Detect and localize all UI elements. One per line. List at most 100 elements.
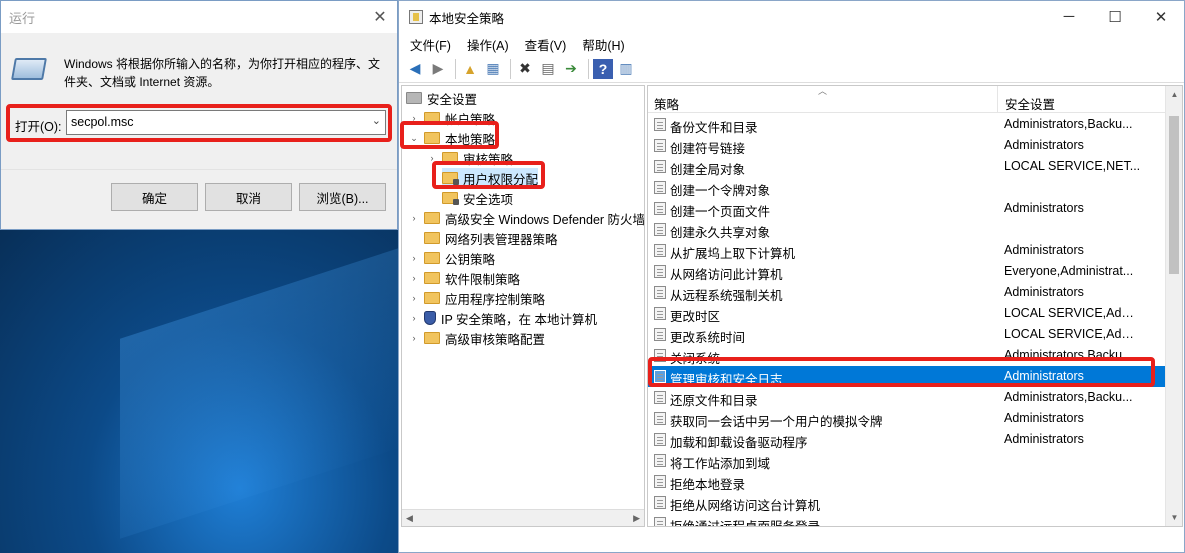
chevron-right-icon[interactable]: ›	[408, 253, 420, 263]
console-tree-icon[interactable]: ▥	[616, 59, 636, 79]
scroll-left-icon[interactable]: ◀	[406, 513, 413, 524]
tree-item-label: 安全设置	[427, 92, 478, 107]
close-icon[interactable]: ✕	[363, 7, 397, 27]
chevron-right-icon[interactable]: ›	[408, 313, 420, 323]
policy-setting: Everyone,Administrat...	[1004, 264, 1134, 278]
browse-button[interactable]: 浏览(B)...	[299, 183, 386, 211]
policy-row[interactable]: 更改系统时间 LOCAL SERVICE,Admi...	[648, 324, 1166, 345]
folder-icon	[424, 272, 440, 284]
tree-item-ip-security[interactable]: › IP 安全策略，在 本地计算机	[408, 308, 597, 328]
tree-item-software-restriction[interactable]: › 软件限制策略	[408, 268, 520, 288]
policy-name: 更改系统时间	[670, 331, 746, 345]
policy-name: 从扩展坞上取下计算机	[670, 247, 796, 261]
policy-setting: Administrators	[1004, 243, 1084, 257]
tree-item-label: 应用程序控制策略	[445, 292, 546, 307]
column-header-setting[interactable]: 安全设置	[1005, 94, 1055, 113]
folder-icon	[424, 232, 440, 244]
policy-row[interactable]: 备份文件和目录 Administrators,Backu...	[648, 114, 1166, 135]
tree-item-public-key-policies[interactable]: › 公钥策略	[408, 248, 495, 268]
list-vertical-scrollbar[interactable]: ▲ ▼	[1165, 86, 1182, 526]
column-header-policy[interactable]: 策略	[654, 94, 679, 113]
chevron-right-icon[interactable]: ›	[408, 293, 420, 303]
highlight-user-rights	[432, 161, 545, 189]
policy-row[interactable]: 拒绝本地登录	[648, 471, 1166, 492]
policy-name: 拒绝从网络访问这台计算机	[670, 499, 821, 513]
policy-name: 创建永久共享对象	[670, 226, 771, 240]
policy-icon	[654, 286, 666, 299]
policy-icon	[654, 517, 666, 526]
policy-row[interactable]: 从扩展坞上取下计算机 Administrators	[648, 240, 1166, 261]
policy-row[interactable]: 拒绝通过远程桌面服务登录	[648, 513, 1166, 527]
policy-name: 拒绝本地登录	[670, 478, 746, 492]
run-app-icon	[11, 58, 47, 80]
folder-lock-icon	[442, 192, 459, 205]
policy-row[interactable]: 拒绝从网络访问这台计算机	[648, 492, 1166, 513]
menu-help[interactable]: 帮助(H)	[582, 35, 624, 54]
help-icon[interactable]: ?	[593, 58, 613, 79]
tree-item-label: 网络列表管理器策略	[445, 232, 558, 247]
chevron-right-icon[interactable]: ›	[408, 213, 420, 223]
policy-row[interactable]: 创建一个令牌对象	[648, 177, 1166, 198]
policy-setting: Administrators	[1004, 411, 1084, 425]
policy-row[interactable]: 加载和卸载设备驱动程序 Administrators	[648, 429, 1166, 450]
policy-name: 创建一个页面文件	[670, 205, 771, 219]
folder-icon	[424, 332, 440, 344]
show-hide-tree-icon[interactable]: ▦	[483, 59, 503, 79]
folder-icon	[424, 292, 440, 304]
console-tree: 安全设置 › 帐户策略 ⌄ 本地策略 › 审核策略 用户权限分配 安全选项 ›	[401, 85, 645, 527]
run-button-bar: 确定 取消 浏览(B)...	[1, 169, 397, 229]
chevron-right-icon[interactable]: ›	[408, 273, 420, 283]
scroll-right-icon[interactable]: ▶	[633, 513, 640, 524]
policy-row[interactable]: 创建符号链接 Administrators	[648, 135, 1166, 156]
delete-icon[interactable]: ✖	[515, 59, 535, 79]
scroll-thumb[interactable]	[1169, 116, 1179, 274]
policy-icon	[654, 454, 666, 467]
policy-setting: Administrators	[1004, 432, 1084, 446]
minimize-icon[interactable]: ─	[1046, 8, 1092, 26]
policy-icon	[654, 223, 666, 236]
tree-item-network-list-manager[interactable]: 网络列表管理器策略	[424, 228, 558, 248]
forward-arrow-icon[interactable]: ▶	[428, 59, 448, 79]
up-folder-icon[interactable]: ▲	[460, 59, 480, 79]
policy-icon	[654, 202, 666, 215]
policy-name: 创建一个令牌对象	[670, 184, 771, 198]
policy-name: 拒绝通过远程桌面服务登录	[670, 520, 821, 527]
policy-setting: LOCAL SERVICE,Admi...	[1004, 327, 1144, 341]
policy-row[interactable]: 获取同一会话中另一个用户的模拟令牌 Administrators	[648, 408, 1166, 429]
policy-row[interactable]: 还原文件和目录 Administrators,Backu...	[648, 387, 1166, 408]
close-icon[interactable]: ✕	[1138, 8, 1184, 26]
tree-item-advanced-audit[interactable]: › 高级审核策略配置	[408, 328, 545, 348]
policy-name: 备份文件和目录	[670, 121, 758, 135]
tree-item-defender-firewall[interactable]: › 高级安全 Windows Defender 防火墙	[408, 208, 644, 228]
scroll-down-icon[interactable]: ▼	[1166, 513, 1182, 522]
policy-row[interactable]: 将工作站添加到域	[648, 450, 1166, 471]
policy-setting: LOCAL SERVICE,NET...	[1004, 159, 1141, 173]
menu-view[interactable]: 查看(V)	[525, 35, 567, 54]
menu-file[interactable]: 文件(F)	[410, 35, 451, 54]
ok-button[interactable]: 确定	[111, 183, 198, 211]
folder-icon	[424, 212, 440, 224]
export-list-icon[interactable]: ➔	[561, 59, 581, 79]
policy-setting: Administrators,Backu...	[1004, 117, 1133, 131]
policy-row[interactable]: 从网络访问此计算机 Everyone,Administrat...	[648, 261, 1166, 282]
policy-icon	[654, 265, 666, 278]
tree-item-label: 软件限制策略	[445, 272, 521, 287]
highlight-manage-audit-log	[648, 357, 1155, 387]
ip-security-shield-icon	[424, 311, 436, 325]
back-arrow-icon[interactable]: ◀	[405, 59, 425, 79]
scroll-up-icon[interactable]: ▲	[1166, 90, 1182, 99]
policy-row[interactable]: 从远程系统强制关机 Administrators	[648, 282, 1166, 303]
chevron-right-icon[interactable]: ›	[408, 333, 420, 343]
tree-item-security-settings[interactable]: 安全设置	[406, 88, 477, 108]
menu-action[interactable]: 操作(A)	[467, 35, 509, 54]
maximize-icon[interactable]: ☐	[1092, 8, 1138, 26]
tree-item-app-control[interactable]: › 应用程序控制策略	[408, 288, 545, 308]
tree-horizontal-scrollbar[interactable]: ◀ ▶	[402, 509, 644, 526]
policy-row[interactable]: 创建永久共享对象	[648, 219, 1166, 240]
policy-row[interactable]: 创建全局对象 LOCAL SERVICE,NET...	[648, 156, 1166, 177]
policy-row[interactable]: 更改时区 LOCAL SERVICE,Admi...	[648, 303, 1166, 324]
cancel-button[interactable]: 取消	[205, 183, 292, 211]
tree-item-security-options[interactable]: 安全选项	[442, 188, 513, 208]
policy-row[interactable]: 创建一个页面文件 Administrators	[648, 198, 1166, 219]
properties-icon[interactable]: ▤	[538, 59, 558, 79]
